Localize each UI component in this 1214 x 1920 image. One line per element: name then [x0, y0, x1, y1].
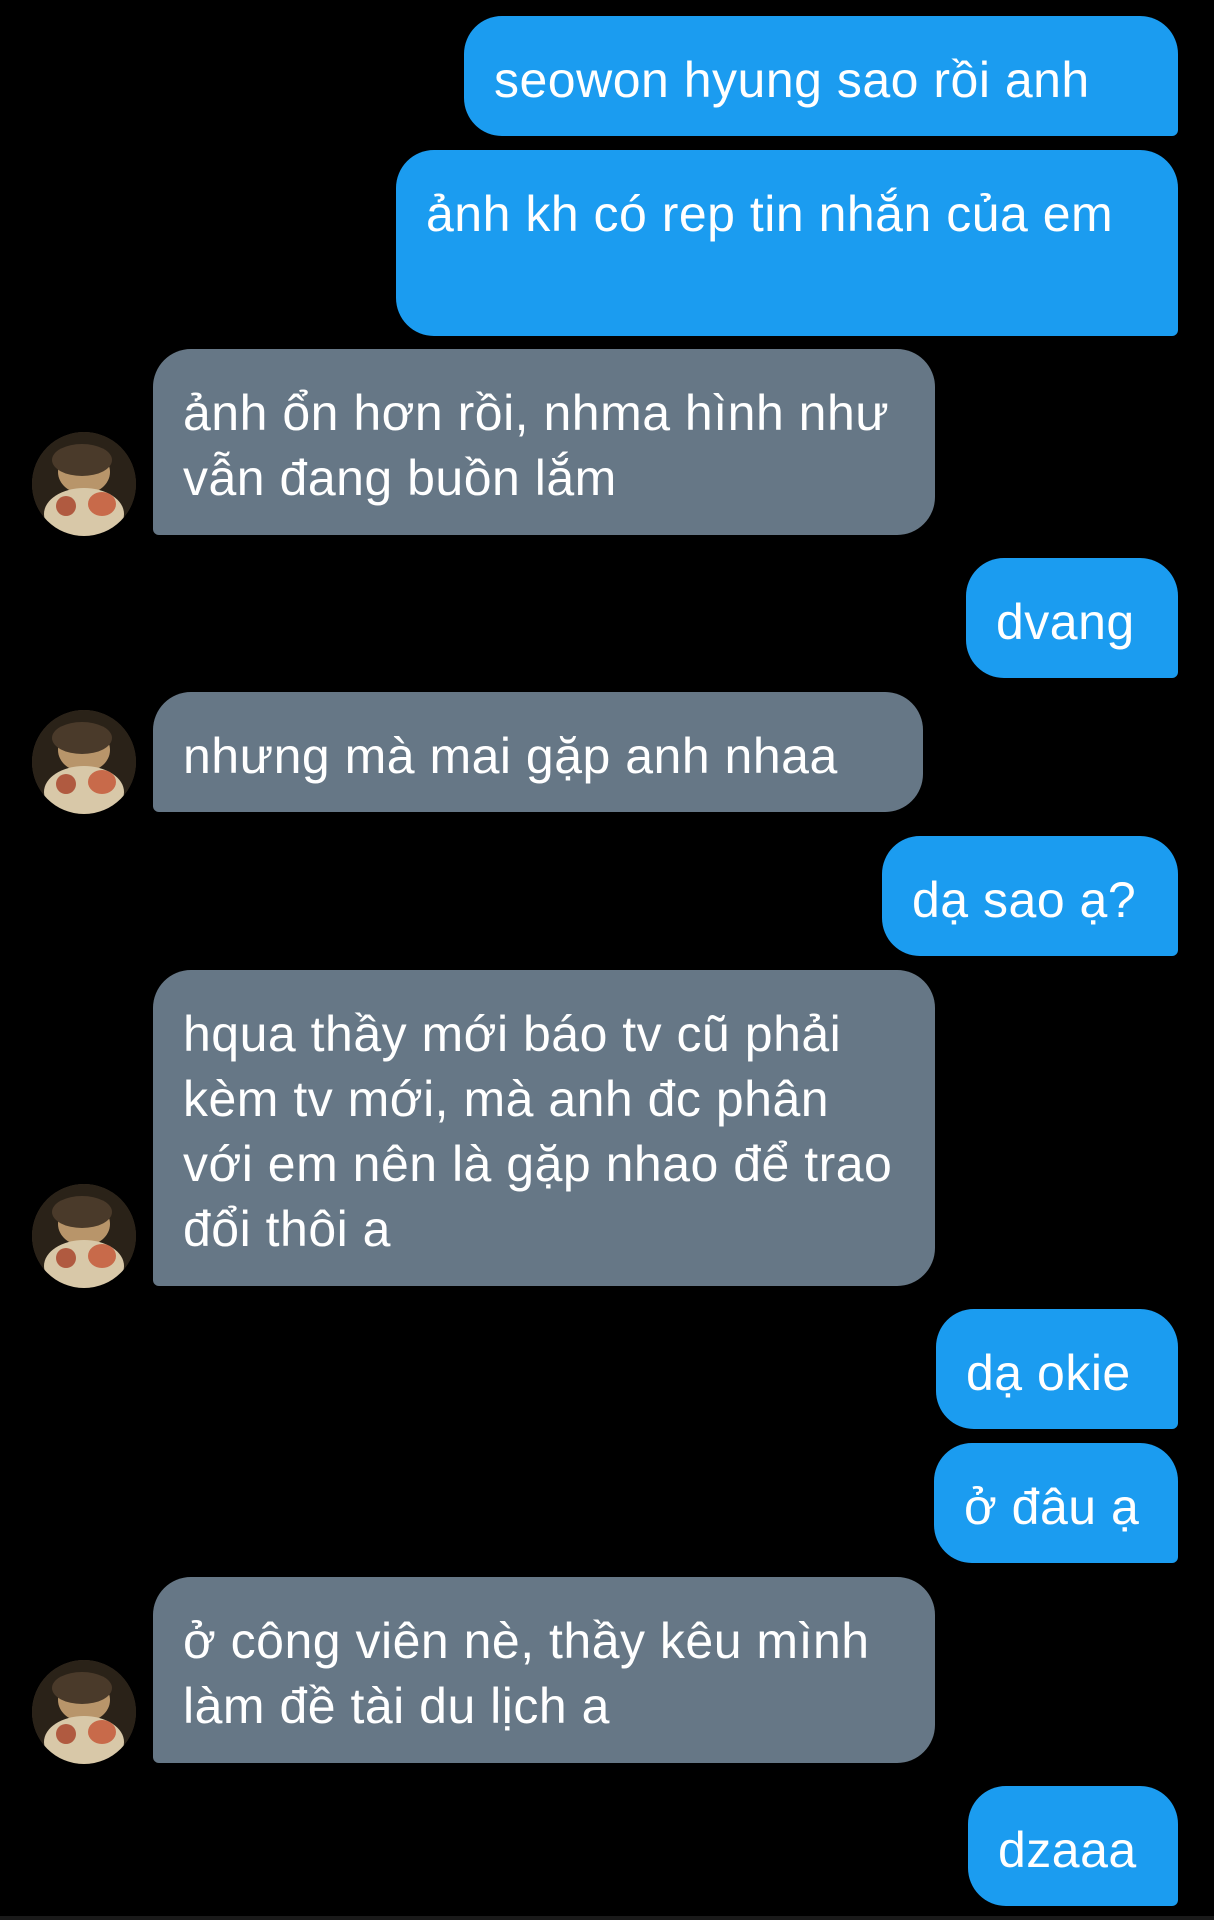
message-text: dzaaa	[998, 1822, 1137, 1878]
sent-message[interactable]: dzaaa	[968, 1786, 1178, 1906]
message-text: dạ sao ạ?	[912, 872, 1137, 928]
sent-message[interactable]: ở đâu ạ	[934, 1443, 1178, 1563]
received-message[interactable]: nhưng mà mai gặp anh nhaa	[153, 692, 923, 812]
sent-message[interactable]: dvang	[966, 558, 1178, 678]
received-message[interactable]: ảnh ổn hơn rồi, nhma hình như vẫn đang b…	[153, 349, 935, 535]
sent-message[interactable]: ảnh kh có rep tin nhắn của em	[396, 150, 1178, 336]
message-thread: seowon hyung sao rồi anh ảnh kh có rep t…	[0, 0, 1214, 1920]
message-text: ở công viên nè, thầy kêu mình làm đề tài…	[183, 1613, 870, 1734]
message-text: ở đâu ạ	[964, 1479, 1140, 1535]
message-text: dạ okie	[966, 1345, 1131, 1401]
contact-avatar[interactable]	[32, 1660, 136, 1764]
message-text: nhưng mà mai gặp anh nhaa	[183, 728, 838, 784]
avatar-photo-icon	[32, 432, 136, 536]
avatar-photo-icon	[32, 1184, 136, 1288]
message-text: seowon hyung sao rồi anh	[494, 52, 1090, 108]
sent-message[interactable]: dạ okie	[936, 1309, 1178, 1429]
avatar-photo-icon	[32, 710, 136, 814]
message-text: hqua thầy mới báo tv cũ phải kèm tv mới,…	[183, 1006, 893, 1257]
message-text: ảnh ổn hơn rồi, nhma hình như vẫn đang b…	[183, 385, 890, 506]
contact-avatar[interactable]	[32, 710, 136, 814]
bottom-divider	[0, 1916, 1214, 1920]
message-text: ảnh kh có rep tin nhắn của em	[426, 186, 1114, 242]
contact-avatar[interactable]	[32, 432, 136, 536]
sent-message[interactable]: seowon hyung sao rồi anh	[464, 16, 1178, 136]
message-text: dvang	[996, 594, 1135, 650]
sent-message[interactable]: dạ sao ạ?	[882, 836, 1178, 956]
received-message[interactable]: hqua thầy mới báo tv cũ phải kèm tv mới,…	[153, 970, 935, 1286]
avatar-photo-icon	[32, 1660, 136, 1764]
received-message[interactable]: ở công viên nè, thầy kêu mình làm đề tài…	[153, 1577, 935, 1763]
contact-avatar[interactable]	[32, 1184, 136, 1288]
